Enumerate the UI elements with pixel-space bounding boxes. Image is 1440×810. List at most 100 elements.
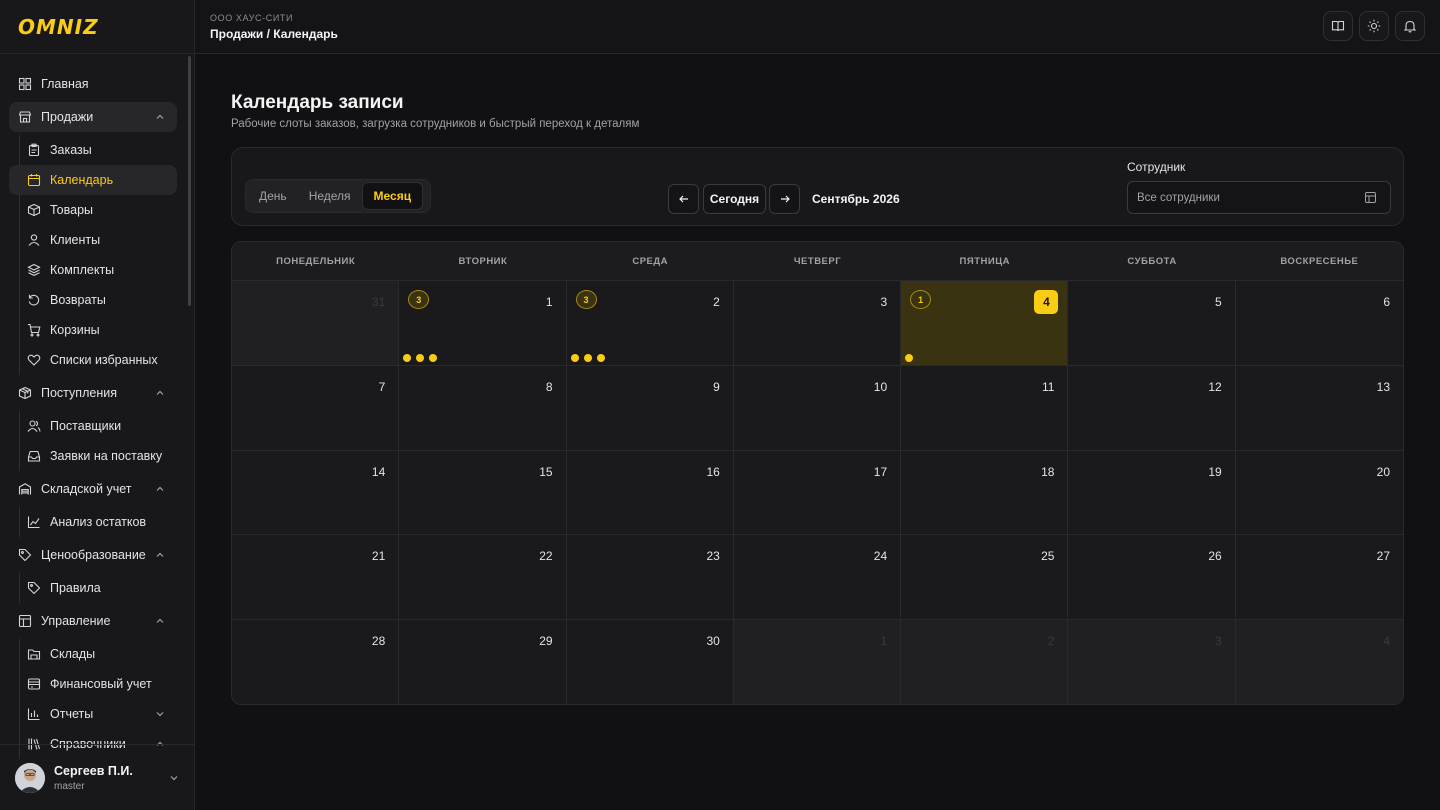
appointment-count-badge[interactable]: 3 [408,290,430,309]
employee-select[interactable]: Все сотрудники [1127,181,1391,214]
sidebar-item-16[interactable]: Ценообразование [9,540,177,570]
sidebar-item-9[interactable]: Корзины [9,315,177,345]
calendar-day[interactable]: 28 [232,620,400,704]
sidebar-item-2[interactable]: Продажи [9,102,177,132]
calendar-day[interactable]: 21 [232,535,400,621]
sidebar-item-label: Складской учет [41,482,132,496]
folder-icon [27,647,41,661]
calendar-day[interactable]: 13 [1235,365,1403,451]
user-menu[interactable]: Сергеев П.И. master [0,744,195,810]
calendar-day[interactable]: 1 [733,620,902,704]
calendar-day[interactable]: 23 [566,535,734,621]
calendar-day[interactable]: 17 [733,450,902,536]
theme-toggle-button[interactable] [1359,11,1389,41]
calendar-day[interactable]: 5 [1068,281,1236,366]
calendar-day[interactable]: 27 [1235,535,1403,621]
view-week-button[interactable]: Неделя [298,182,362,210]
view-day-button[interactable]: День [248,182,298,210]
appointment-count-badge[interactable]: 1 [910,290,932,309]
sidebar-item-5[interactable]: Товары [9,195,177,225]
calendar-day[interactable]: 24 [733,535,902,621]
calendar-day[interactable]: 3 [733,281,902,366]
sidebar-item-7[interactable]: Комплекты [9,255,177,285]
bar-chart-icon [27,707,41,721]
next-month-button[interactable] [769,184,800,214]
weekday-label: ПОНЕДЕЛЬНИК [276,255,356,267]
calendar-day[interactable]: 7 [232,365,400,451]
user-icon [27,233,41,247]
day-number: 15 [539,464,553,479]
sidebar-item-13[interactable]: Заявки на поставку [9,441,177,471]
sidebar-item-8[interactable]: Возвраты [9,285,177,315]
sidebar-item-12[interactable]: Поставщики [9,411,177,441]
calendar-day[interactable]: 11 [901,365,1069,451]
calendar-day[interactable]: 23 [566,281,734,366]
calendar-day[interactable]: 6 [1235,281,1403,366]
calendar-day[interactable]: 8 [399,365,567,451]
calendar-day[interactable]: 31 [232,281,400,366]
sidebar-item-15[interactable]: Анализ остатков [9,507,177,537]
bell-icon [1403,20,1417,33]
sidebar-item-3[interactable]: Заказы [9,135,177,165]
day-number: 6 [1383,295,1390,309]
prev-month-button[interactable] [668,184,699,214]
sidebar-item-1[interactable]: Главная [9,69,177,99]
appointment-dot[interactable] [596,353,605,362]
calendar-day[interactable]: 20 [1235,450,1403,536]
weekday-label: ПЯТНИЦА [959,255,1010,267]
appointment-dot[interactable] [403,353,412,362]
view-month-button[interactable]: Месяц [361,182,424,210]
calendar-day[interactable]: 29 [399,620,567,704]
sidebar-item-label: Календарь [50,173,114,187]
sidebar-item-label: Правила [50,581,101,595]
sidebar-item-4[interactable]: Календарь [9,165,177,195]
calendar-day[interactable]: 9 [566,365,734,451]
appointment-dot[interactable] [416,353,425,362]
calendar-day[interactable]: 14 [232,450,400,536]
sidebar-item-10[interactable]: Списки избранных [9,345,177,375]
sidebar-scrollbar[interactable] [188,56,191,306]
sidebar-item-label: Списки избранных [50,353,158,367]
calendar-day[interactable]: 12 [1068,365,1236,451]
calendar-icon [27,173,41,187]
calendar-day[interactable]: 26 [1068,535,1236,621]
weekday-label: ЧЕТВЕРГ [793,255,842,267]
appointment-count-badge[interactable]: 3 [575,290,597,309]
sidebar-item-17[interactable]: Правила [9,573,177,603]
today-button[interactable]: Сегодня [703,184,766,214]
sidebar-item-19[interactable]: Склады [9,639,177,669]
calendar-day[interactable]: 16 [566,450,734,536]
calendar-day[interactable]: 10 [733,365,902,451]
calendar-day[interactable]: 2 [901,620,1069,704]
app-logo[interactable]: OMNIZ [18,15,99,39]
sidebar-item-11[interactable]: Поступления [9,378,177,408]
chevron-up-icon [156,114,164,119]
notifications-button[interactable] [1395,11,1425,41]
appointment-dot[interactable] [583,353,592,362]
calendar-day[interactable]: 15 [399,450,567,536]
calendar-day[interactable]: 4 [1235,620,1403,704]
arrow-right-icon [780,195,790,203]
calendar-day[interactable]: 3 [1068,620,1236,704]
appointment-dot[interactable] [905,353,914,362]
calendar-day[interactable]: 19 [1068,450,1236,536]
sidebar-item-20[interactable]: Финансовый учет [9,669,177,699]
sidebar-item-18[interactable]: Управление [9,606,177,636]
calendar-day-today[interactable]: 41 [901,281,1069,366]
sidebar-item-label: Возвраты [50,293,106,307]
day-number: 17 [873,464,888,479]
appointment-dots [905,353,918,362]
docs-button[interactable] [1323,11,1353,41]
employee-select-value: Все сотрудники [1137,191,1220,204]
calendar-day[interactable]: 18 [901,450,1069,536]
appointment-dot[interactable] [570,353,579,362]
appointment-dot[interactable] [429,353,438,362]
sidebar-item-14[interactable]: Складской учет [9,474,177,504]
calendar-day[interactable]: 22 [399,535,567,621]
sidebar-item-6[interactable]: Клиенты [9,225,177,255]
calendar-day[interactable]: 13 [399,281,567,366]
day-number: 31 [371,295,386,309]
calendar-day[interactable]: 30 [566,620,734,704]
calendar-day[interactable]: 25 [901,535,1069,621]
sidebar-item-21[interactable]: Отчеты [9,699,177,729]
